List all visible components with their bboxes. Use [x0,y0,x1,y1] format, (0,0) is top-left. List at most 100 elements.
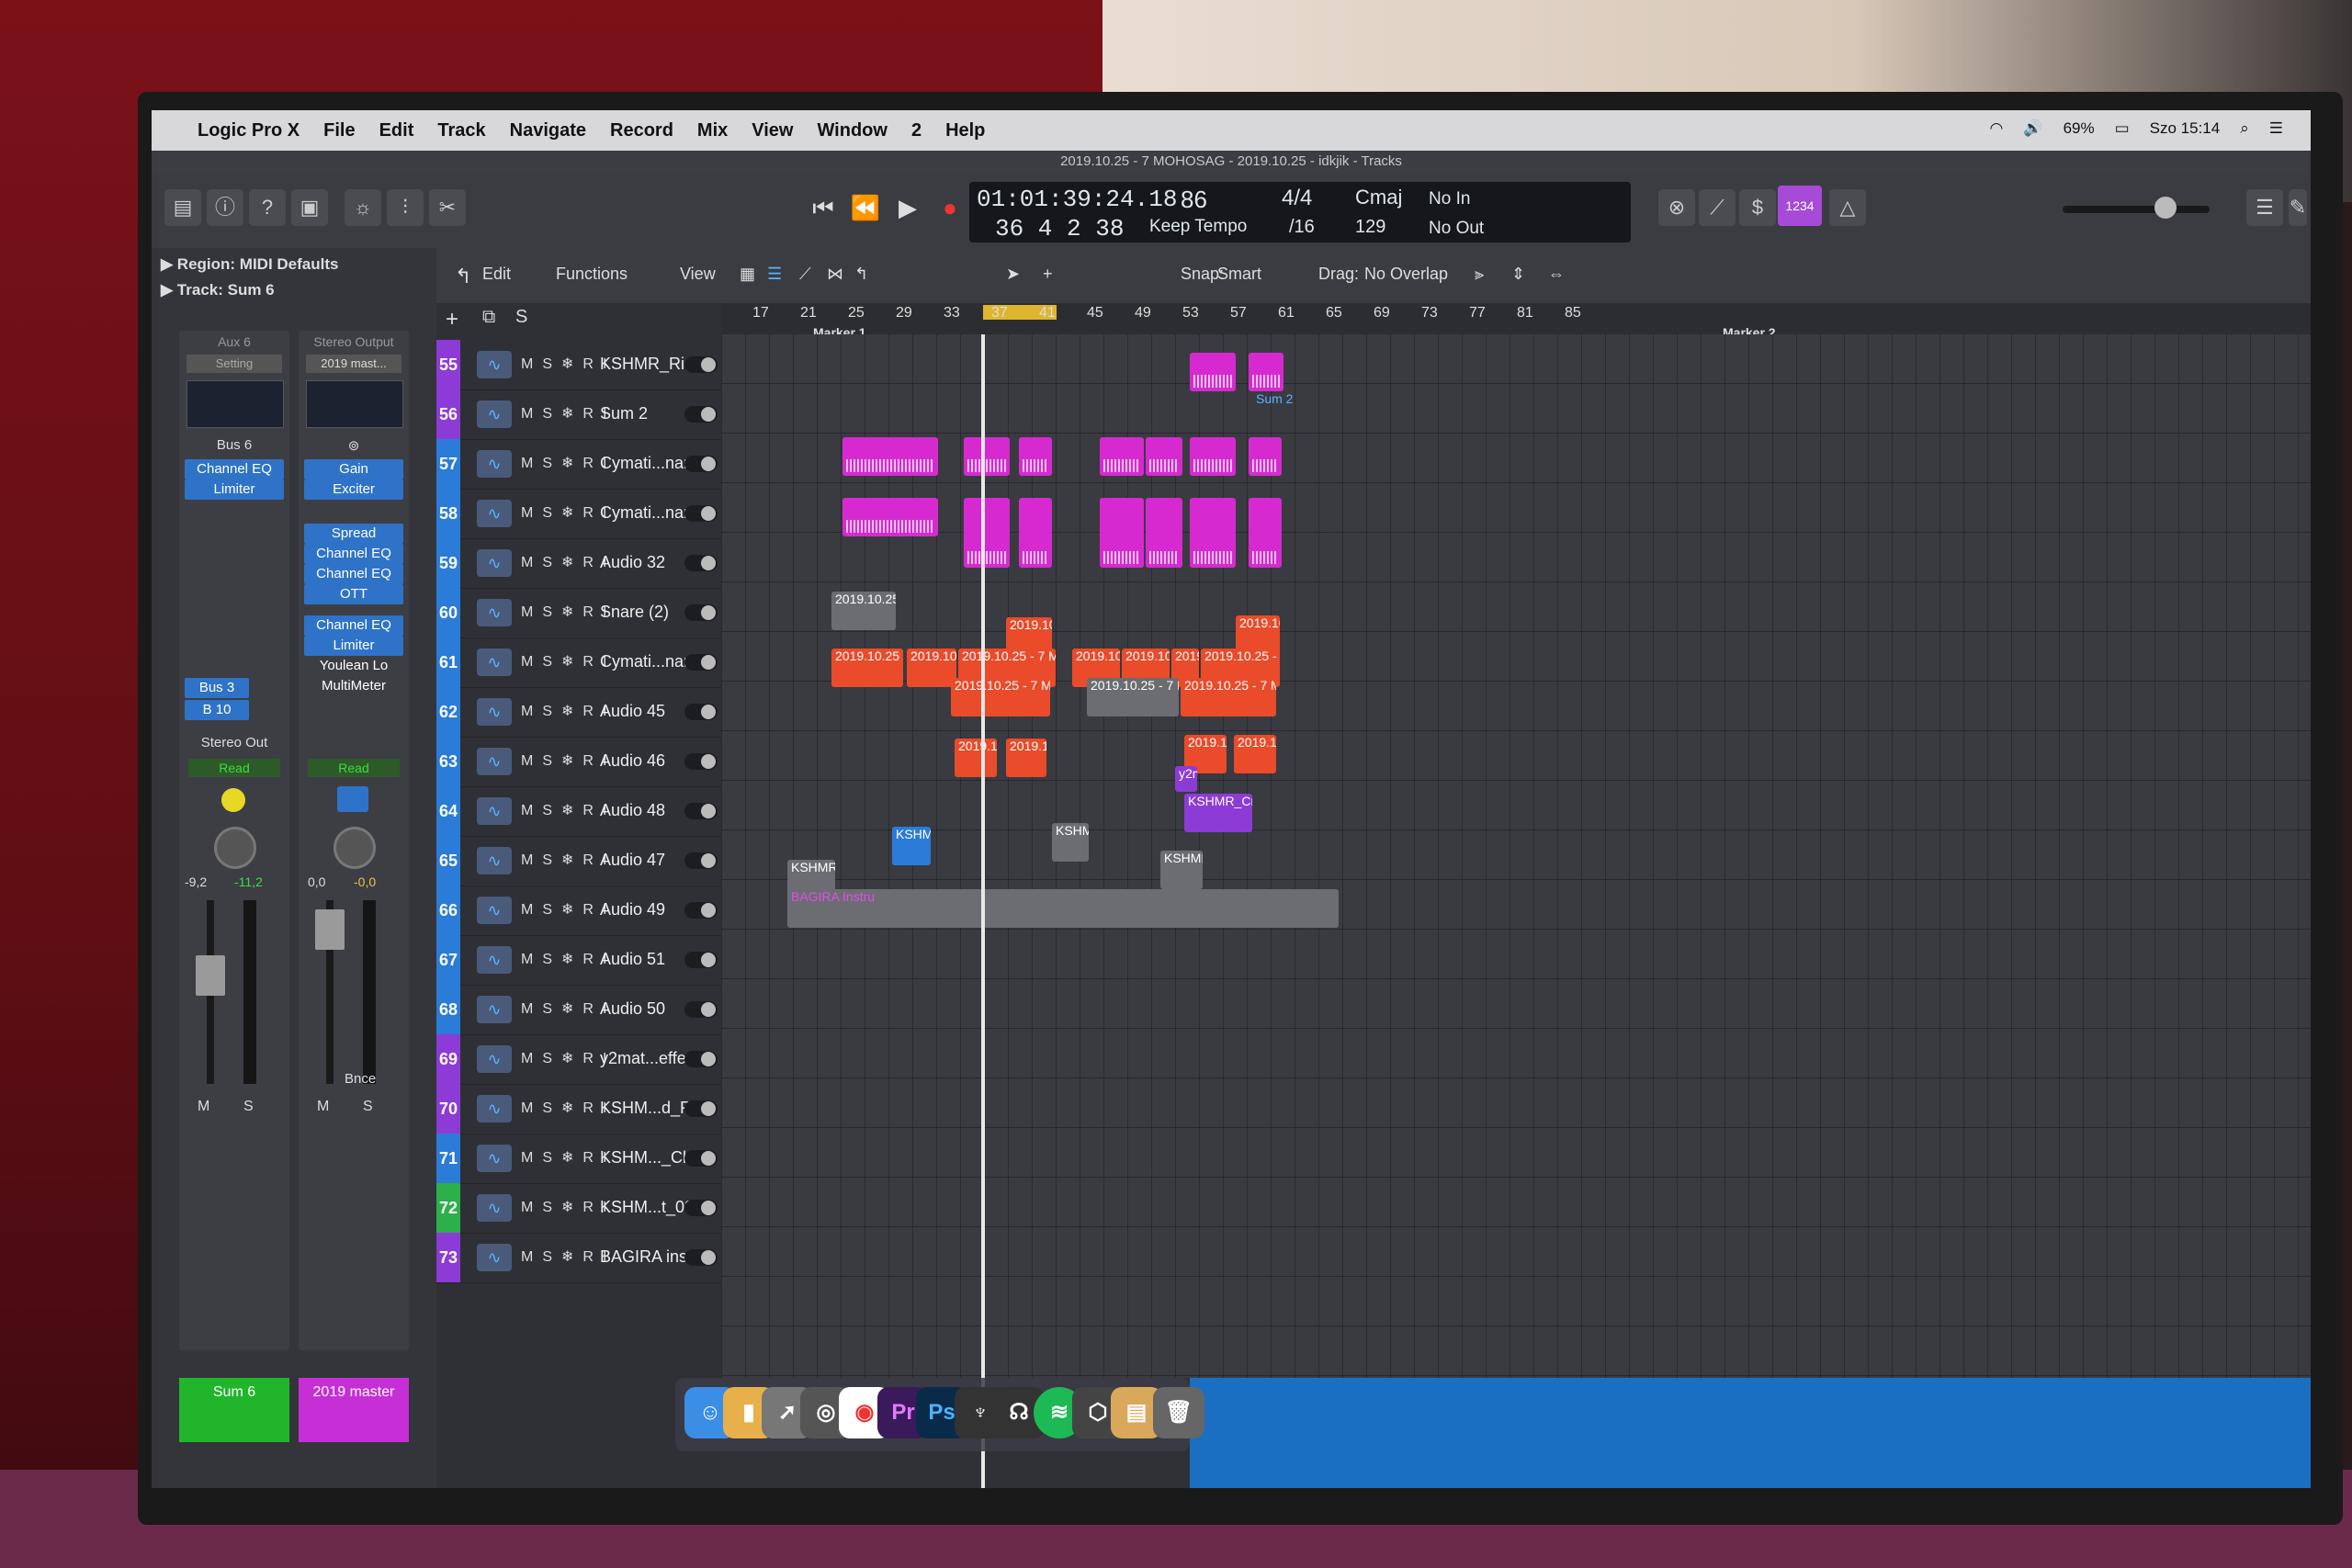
track-on-toggle[interactable] [684,1051,718,1067]
battery-icon[interactable]: ▭ [2115,119,2130,138]
automation-mode[interactable]: Read [308,759,400,777]
volume-fader-knob[interactable] [196,955,225,996]
plugin-channel-eq[interactable]: Channel EQ [185,459,284,479]
plugin-channel-eq[interactable]: Channel EQ [304,544,403,564]
mute-button[interactable]: M [317,1099,329,1115]
plugin-limiter[interactable]: Limiter [185,479,284,500]
track-row[interactable]: 60 ∿ MS❄RI Snare (2) [436,588,721,638]
pan-knob[interactable] [334,827,376,869]
trash-icon[interactable]: 🗑 [1153,1387,1204,1438]
quick-help-icon[interactable]: ? [249,189,286,226]
track-on-toggle[interactable] [684,1200,718,1216]
global-solo-icon[interactable]: S [515,307,527,328]
track-row[interactable]: 67 ∿ MS❄RI Audio 51 [436,935,721,986]
grid-icon[interactable]: ▦ [740,265,755,284]
pointer-tool-icon[interactable]: ➤ [1006,265,1020,284]
lcd-tempo[interactable]: 86 [1181,186,1207,214]
master-volume-knob[interactable] [2154,197,2177,219]
setting-button[interactable]: Setting [187,355,282,373]
region[interactable]: BAGIRA Instru [787,889,1339,928]
plugin-ott[interactable]: OTT [304,584,403,604]
play-icon[interactable]: ▶ [888,189,927,226]
region[interactable]: KSHMR_L [892,827,931,865]
plugin-channel-eq-3[interactable]: Channel EQ [304,615,403,636]
add-track-icon[interactable]: + [446,307,458,333]
region[interactable]: KSHM [1052,823,1089,862]
lcd-display[interactable]: 01:01:39:24.18 36 4 2 38 86 Keep Tempo 4… [969,182,1631,243]
waveform-icon[interactable]: ∿ [477,897,512,924]
track-on-toggle[interactable] [684,604,718,621]
track-header[interactable]: ▶ Track: Sum 6 [161,281,275,299]
region-header[interactable]: ▶ Region: MIDI Defaults [161,255,338,274]
region[interactable] [1190,353,1236,391]
region[interactable] [1019,498,1052,568]
plugin-exciter[interactable]: Exciter [304,479,403,500]
menu-2[interactable]: 2 [911,120,922,141]
plugin-spread[interactable]: Spread [304,524,403,544]
region[interactable] [1190,437,1236,476]
menu-window[interactable]: Window [817,120,887,141]
region[interactable] [1100,437,1144,476]
plugin-channel-eq-2[interactable]: Channel EQ [304,564,403,584]
waveform-icon[interactable]: ∿ [477,400,512,428]
waveform-icon[interactable]: ∿ [477,1145,512,1172]
pan-knob[interactable] [214,827,256,869]
region[interactable] [842,498,938,536]
bus-input[interactable]: Bus 6 [187,437,282,453]
solo-button[interactable]: S [363,1099,373,1115]
list-icon[interactable]: ☰ [767,265,782,284]
region[interactable] [964,498,1010,568]
track-on-toggle[interactable] [684,505,718,522]
mute-button[interactable]: M [198,1099,209,1115]
eq-display[interactable] [306,380,403,428]
list-editor-icon[interactable]: ☰ [2246,189,2283,226]
catch-icon[interactable]: ↰ [854,265,868,284]
clock[interactable]: Szo 15:14 [2150,119,2221,138]
menu-track[interactable]: Track [437,120,485,141]
track-row[interactable]: 59 ∿ MS❄RI Audio 32 [436,538,721,589]
track-row[interactable]: 57 ∿ MS❄RI Cymati...nare 5 [436,439,721,490]
track-row[interactable]: 56 ∿ MS❄RI Sum 2 [436,389,721,440]
region[interactable] [1146,498,1182,568]
region[interactable]: 2019.10.25 [1234,735,1276,773]
arrange-area[interactable]: Sum 2 2019.10.25 - 7 2019.10.25 2019.10.… [721,334,2311,1378]
timeline-ruler[interactable]: 17 21 25 29 33 37 41 45 49 53 57 61 65 69 73 77 81 85 Mar… [721,303,2311,340]
waveform-zoom-icon[interactable]: ⫸ [1475,265,1484,284]
cycle-icon[interactable]: ⊗ [1658,189,1695,226]
region[interactable] [1249,353,1283,391]
flex-icon[interactable]: ⋈ [827,265,843,284]
metronome-icon[interactable]: △ [1829,189,1866,226]
master-volume-slider[interactable] [2063,206,2210,213]
track-on-toggle[interactable] [684,803,718,819]
track-row[interactable]: 71∿MS❄RIKSHM..._Clean [436,1134,721,1184]
input-monitor-icon[interactable] [221,788,245,812]
menu-file[interactable]: File [323,120,355,141]
track-on-toggle[interactable] [684,1150,718,1167]
plugin-gain[interactable]: Gain [304,459,403,479]
waveform-icon[interactable] [337,786,368,812]
lcd-key[interactable]: Cmaj [1355,186,1402,209]
plugin-multimeter[interactable]: MultiMeter [304,676,403,696]
menu-help[interactable]: Help [945,120,985,141]
track-on-toggle[interactable] [684,1249,718,1266]
track-row[interactable]: 68 ∿ MS❄RI Audio 50 [436,985,721,1035]
track-on-toggle[interactable] [684,704,718,720]
track-on-toggle[interactable] [684,406,718,423]
track-on-toggle[interactable] [684,356,718,373]
track-on-toggle[interactable] [684,1001,718,1018]
lcd-signature[interactable]: 4/4 [1282,186,1312,211]
send-b10[interactable]: B 10 [185,700,249,720]
region[interactable]: 2019.10.25 - 7 MOHOSAG_ [1181,678,1276,716]
track-on-toggle[interactable] [684,753,718,770]
region[interactable]: 2019.10.25 [955,739,997,777]
mixer-icon[interactable]: ⫶ [387,189,424,226]
region[interactable]: 2019.10.25 - 7 MO [831,649,903,687]
solo-icon[interactable]: $ [1739,189,1776,226]
edit-menu[interactable]: Edit [482,265,511,284]
waveform-icon[interactable]: ∿ [477,1095,512,1122]
view-menu[interactable]: View [680,265,716,284]
region[interactable]: y2m [1175,766,1197,792]
region[interactable] [1019,437,1052,476]
waveform-icon[interactable]: ∿ [477,1244,512,1271]
toolbar-icon[interactable]: ▣ [291,189,328,226]
